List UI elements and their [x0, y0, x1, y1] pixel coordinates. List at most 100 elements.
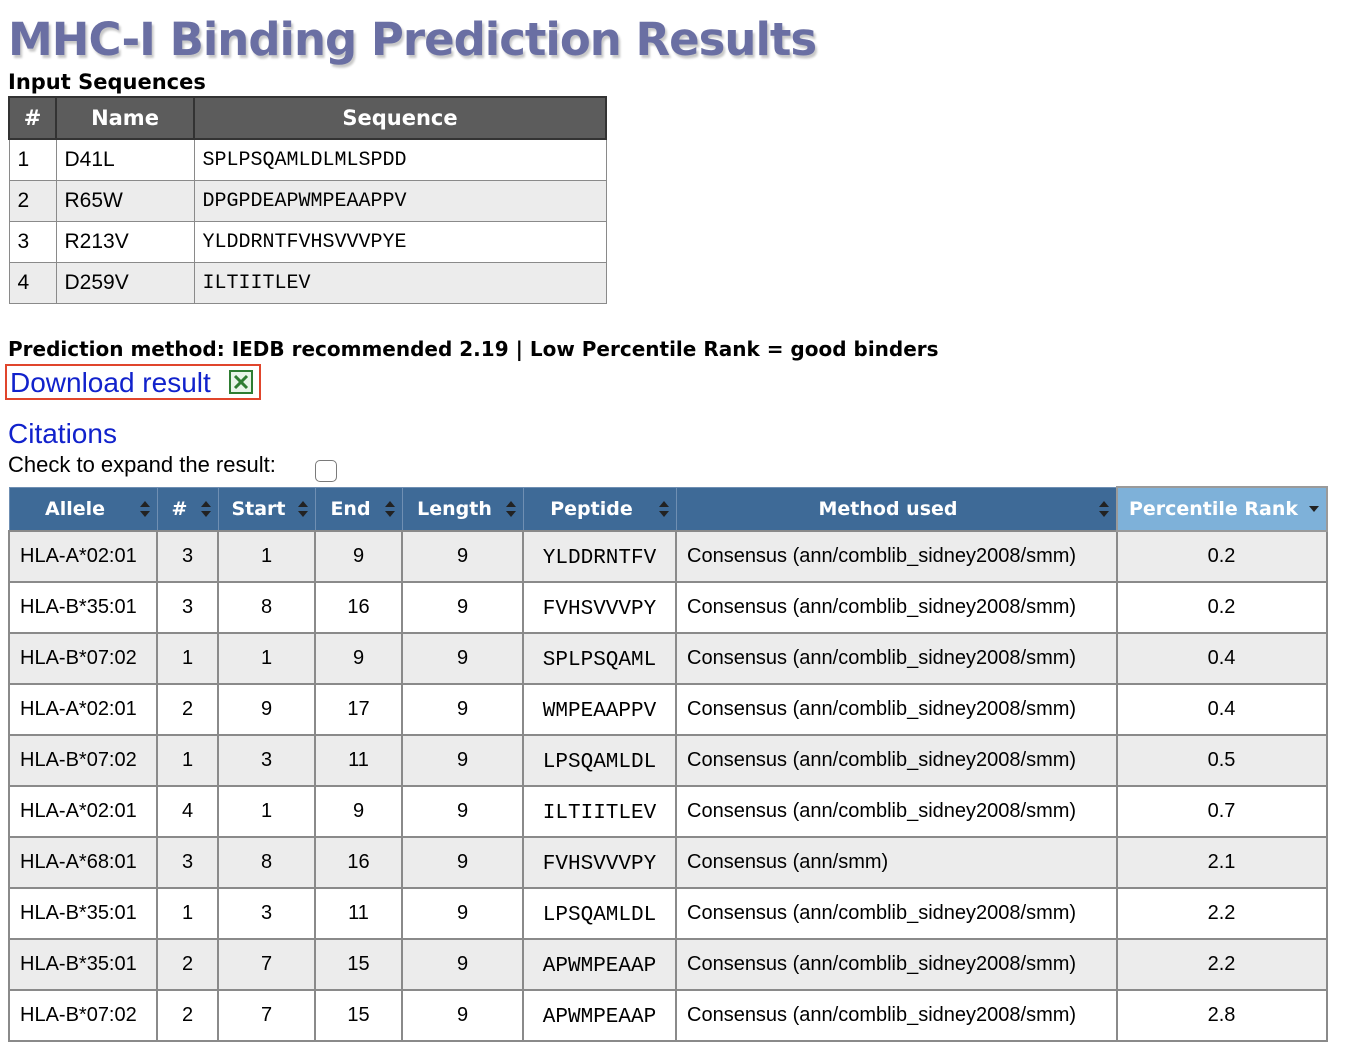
cell-percentile-rank: 0.4 — [1115, 683, 1328, 736]
results-row: HLA-B*35:01 3 8 16 9 FVHSVVVPY Consensus (ann/… — [8, 581, 1328, 634]
expand-result-checkbox[interactable] — [315, 460, 337, 482]
cell-percentile-rank: 2.1 — [1115, 836, 1328, 889]
cell-length: 9 — [401, 785, 524, 838]
input-table-row: 4 D259V ILTIITLEV — [8, 262, 607, 304]
cell-peptide: APWMPEAAP — [522, 989, 677, 1042]
cell-percentile-rank: 0.5 — [1115, 734, 1328, 787]
input-col-sequence-header: Sequence — [193, 96, 607, 140]
cell-start: 9 — [217, 683, 316, 736]
cell-peptide: FVHSVVVPY — [522, 581, 677, 634]
col-header-label: End — [330, 497, 371, 520]
cell-method: Consensus (ann/comblib_sidney2008/smm) — [675, 530, 1118, 583]
input-row-sequence: ILTIITLEV — [193, 262, 607, 304]
input-row-name: R213V — [55, 221, 195, 263]
results-row: HLA-A*02:01 3 1 9 9 YLDDRNTFV Consensus (ann/c… — [8, 530, 1328, 583]
cell-num: 2 — [156, 683, 219, 736]
cell-length: 9 — [401, 530, 524, 583]
excel-icon[interactable] — [229, 370, 253, 394]
cell-allele: HLA-B*07:02 — [8, 632, 158, 685]
cell-start: 7 — [217, 938, 316, 991]
input-row-num: 3 — [8, 221, 57, 263]
prediction-method-text: Prediction method: IEDB recommended 2.19… — [8, 337, 939, 361]
cell-percentile-rank: 0.7 — [1115, 785, 1328, 838]
cell-method: Consensus (ann/comblib_sidney2008/smm) — [675, 734, 1118, 787]
page-title: MHC-I Binding Prediction Results — [8, 13, 817, 66]
cell-end: 9 — [314, 530, 403, 583]
sort-icon — [297, 500, 308, 517]
sort-desc-icon — [1308, 506, 1319, 512]
input-table-row: 2 R65W DPGPDEAPWMPEAAPPV — [8, 180, 607, 222]
sort-icon — [384, 500, 395, 517]
cell-allele: HLA-B*07:02 — [8, 734, 158, 787]
cell-allele: HLA-B*35:01 — [8, 581, 158, 634]
input-table-row: 3 R213V YLDDRNTFVHSVVVPYE — [8, 221, 607, 263]
cell-length: 9 — [401, 989, 524, 1042]
input-row-num: 2 — [8, 180, 57, 222]
cell-method: Consensus (ann/comblib_sidney2008/smm) — [675, 581, 1118, 634]
input-row-num: 1 — [8, 138, 57, 181]
cell-start: 3 — [217, 887, 316, 940]
col-header-end[interactable]: End — [314, 486, 403, 532]
input-row-name: D259V — [55, 262, 195, 304]
sort-icon — [505, 500, 516, 517]
cell-end: 16 — [314, 581, 403, 634]
cell-percentile-rank: 0.2 — [1115, 581, 1328, 634]
cell-length: 9 — [401, 938, 524, 991]
col-header-label: Method used — [818, 497, 958, 520]
input-row-name: D41L — [55, 138, 195, 181]
download-result-link[interactable]: Download result — [10, 366, 211, 400]
col-header-percentile-rank[interactable]: Percentile Rank — [1115, 486, 1328, 532]
cell-method: Consensus (ann/comblib_sidney2008/smm) — [675, 785, 1118, 838]
citations-link[interactable]: Citations — [8, 417, 117, 451]
results-row: HLA-B*35:01 2 7 15 9 APWMPEAAP Consensus (ann/… — [8, 938, 1328, 991]
results-table: Allele # Start End Length Peptide Method… — [8, 486, 1328, 1042]
cell-length: 9 — [401, 887, 524, 940]
cell-end: 15 — [314, 938, 403, 991]
input-table-header-row: # Name Sequence — [8, 96, 607, 140]
cell-end: 16 — [314, 836, 403, 889]
cell-num: 1 — [156, 734, 219, 787]
cell-length: 9 — [401, 581, 524, 634]
input-col-num-header: # — [8, 96, 57, 140]
cell-num: 2 — [156, 989, 219, 1042]
col-header-label: Length — [417, 497, 492, 520]
results-row: HLA-B*35:01 1 3 11 9 LPSQAMLDL Consensus (ann/… — [8, 887, 1328, 940]
cell-peptide: LPSQAMLDL — [522, 734, 677, 787]
cell-method: Consensus (ann/smm) — [675, 836, 1118, 889]
col-header-length[interactable]: Length — [401, 486, 524, 532]
cell-length: 9 — [401, 632, 524, 685]
cell-start: 1 — [217, 785, 316, 838]
cell-peptide: YLDDRNTFV — [522, 530, 677, 583]
col-header-label: Start — [231, 497, 286, 520]
col-header-allele[interactable]: Allele — [8, 486, 158, 532]
cell-method: Consensus (ann/comblib_sidney2008/smm) — [675, 887, 1118, 940]
col-header-num[interactable]: # — [156, 486, 219, 532]
expand-result-label: Check to expand the result: — [8, 452, 276, 477]
input-row-sequence: DPGPDEAPWMPEAAPPV — [193, 180, 607, 222]
col-header-method[interactable]: Method used — [675, 486, 1117, 532]
cell-num: 3 — [156, 530, 219, 583]
cell-end: 15 — [314, 989, 403, 1042]
results-row: HLA-A*68:01 3 8 16 9 FVHSVVVPY Consensus (ann/… — [8, 836, 1328, 889]
col-header-start[interactable]: Start — [217, 486, 316, 532]
results-row: HLA-B*07:02 2 7 15 9 APWMPEAAP Consensus (ann/… — [8, 989, 1328, 1042]
cell-peptide: ILTIITLEV — [522, 785, 677, 838]
cell-start: 7 — [217, 989, 316, 1042]
cell-peptide: WMPEAAPPV — [522, 683, 677, 736]
download-highlight-box: Download result — [5, 364, 261, 400]
input-row-name: R65W — [55, 180, 195, 222]
input-sequences-heading: Input Sequences — [8, 70, 206, 94]
cell-allele: HLA-A*68:01 — [8, 836, 158, 889]
cell-length: 9 — [401, 836, 524, 889]
cell-allele: HLA-B*35:01 — [8, 938, 158, 991]
results-row: HLA-A*02:01 4 1 9 9 ILTIITLEV Consensus (ann/c… — [8, 785, 1328, 838]
cell-length: 9 — [401, 734, 524, 787]
col-header-peptide[interactable]: Peptide — [522, 486, 677, 532]
cell-num: 3 — [156, 581, 219, 634]
col-header-label: Peptide — [550, 497, 633, 520]
input-col-name-header: Name — [55, 96, 195, 140]
col-header-label: Allele — [44, 497, 105, 520]
cell-num: 3 — [156, 836, 219, 889]
input-row-sequence: SPLPSQAMLDLMLSPDD — [193, 138, 607, 181]
sort-icon — [658, 500, 669, 517]
